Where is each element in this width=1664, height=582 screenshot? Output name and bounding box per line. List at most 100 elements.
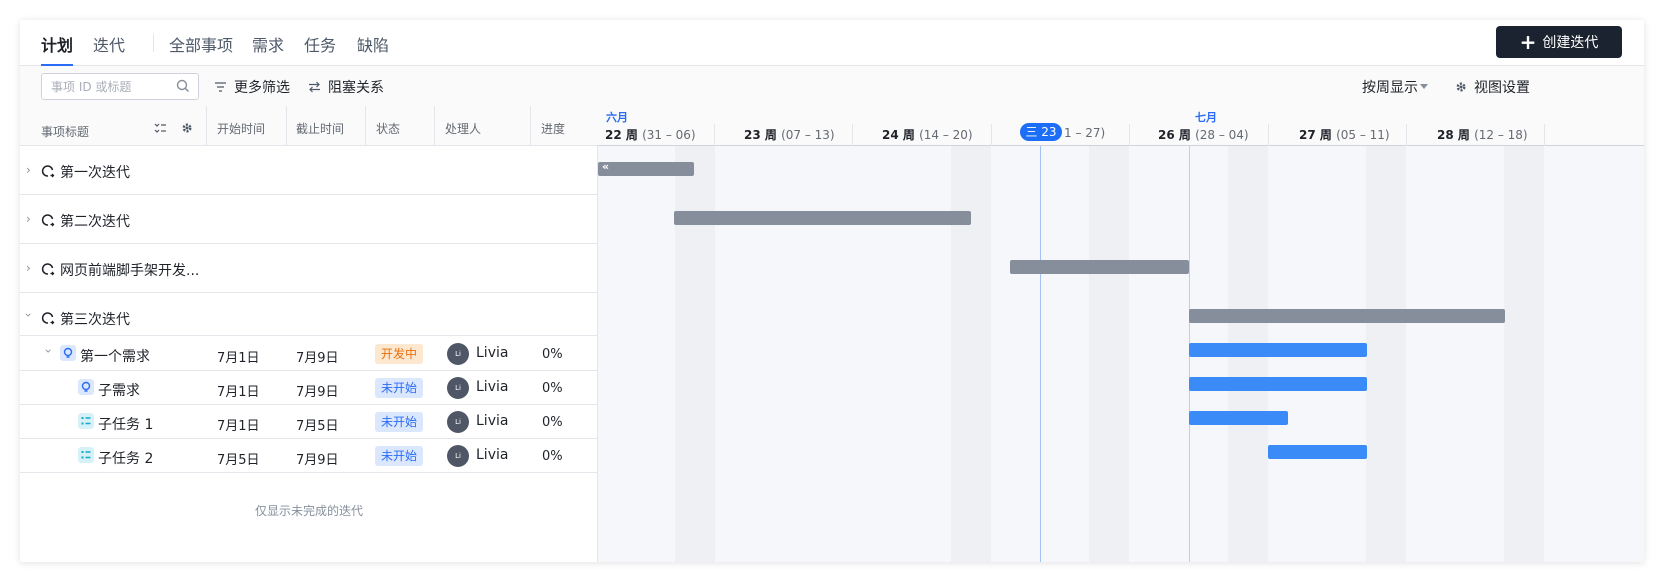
search-icon[interactable] [176, 79, 190, 93]
iteration-row[interactable]: › 网页前端脚手架开发... [20, 245, 598, 293]
tab-defects[interactable]: 缺陷 [357, 32, 389, 66]
tab-requirements[interactable]: 需求 [252, 32, 284, 66]
iteration-icon [41, 263, 55, 276]
task-icon [78, 447, 94, 463]
search-input[interactable] [42, 74, 170, 99]
week-range: (12 – 18) [1474, 128, 1528, 142]
status-badge[interactable]: 开发中 [375, 344, 424, 364]
week-label: 27 周 (05 – 11) [1299, 126, 1390, 143]
search-box [41, 73, 199, 100]
item-bar[interactable] [1189, 411, 1288, 425]
week-separator [852, 124, 853, 146]
view-mode-dropdown[interactable]: 按周显示 [1362, 77, 1428, 97]
tab-plan[interactable]: 计划 [41, 32, 74, 66]
more-filters-label: 更多筛选 [234, 80, 290, 96]
chevron-down-icon[interactable]: › [41, 349, 55, 354]
more-filters-button[interactable]: 更多筛选 [214, 77, 290, 97]
tab-iteration[interactable]: 迭代 [93, 32, 125, 66]
blocking-relations-button[interactable]: 阻塞关系 [308, 77, 384, 97]
item-start-date: 7月1日 [217, 385, 260, 400]
table-row[interactable]: 子任务 2 7月5日 7月9日 未开始 Li Livia 0% [20, 439, 598, 473]
iteration-row[interactable]: › 第三次迭代 [20, 294, 598, 336]
column-title: 事项标题 [41, 125, 90, 139]
item-progress: 0% [542, 381, 563, 396]
column-separator [365, 106, 366, 146]
week-separator [991, 124, 992, 146]
column-settings-icon[interactable] [181, 122, 193, 134]
tab-tasks[interactable]: 任务 [304, 32, 336, 66]
month-label: 六月 [606, 111, 628, 124]
chevron-right-icon[interactable]: › [26, 163, 31, 177]
column-due: 截止时间 [296, 122, 345, 136]
chevron-right-icon[interactable]: › [26, 212, 31, 226]
column-separator [434, 106, 435, 146]
item-title[interactable]: 子需求 [98, 380, 140, 400]
avatar: Li [447, 343, 469, 365]
create-iteration-button[interactable]: + 创建迭代 [1496, 26, 1622, 58]
item-start-date: 7月5日 [217, 453, 260, 468]
planning-panel: 计划 迭代 全部事项 需求 任务 缺陷 + 创建迭代 更多筛选 阻塞关系 按周显… [20, 20, 1644, 562]
week-label: 1 – 27) [1064, 126, 1105, 140]
iteration-bar[interactable] [674, 211, 971, 225]
collapse-left-icon[interactable]: « [602, 160, 609, 173]
avatar: Li [447, 411, 469, 433]
table-row[interactable]: 子需求 7月1日 7月9日 未开始 Li Livia 0% [20, 371, 598, 405]
item-bar[interactable] [1189, 377, 1367, 391]
assignee-name: Livia [476, 447, 509, 463]
item-title[interactable]: 子任务 1 [98, 414, 153, 434]
week-range: 1 – 27) [1064, 126, 1106, 140]
iteration-name: 第二次迭代 [60, 214, 130, 230]
gantt-chart: « 六月 七月 22 周 (31 – 06) 23 周 (07 – 13) 24… [598, 106, 1644, 562]
week-separator [1129, 124, 1130, 146]
iteration-name: 网页前端脚手架开发... [60, 263, 200, 279]
item-bar[interactable] [1268, 445, 1367, 459]
week-number: 24 周 [882, 128, 915, 142]
week-number: 28 周 [1437, 128, 1470, 142]
item-due-date: 7月5日 [296, 419, 339, 434]
view-settings-button[interactable]: 视图设置 [1455, 77, 1530, 97]
iteration-row[interactable]: › 第一次迭代 [20, 147, 598, 195]
item-title[interactable]: 第一个需求 [80, 346, 150, 366]
view-settings-label: 视图设置 [1474, 80, 1530, 96]
iteration-row[interactable]: › 第二次迭代 [20, 196, 598, 244]
week-range: (31 – 06) [642, 128, 696, 142]
status-badge[interactable]: 未开始 [375, 412, 424, 432]
item-table: 事项标题 开始时间 截止时间 状态 处理人 进度 › 第一次迭代 › 第二次迭代 [20, 106, 598, 562]
item-title[interactable]: 子任务 2 [98, 448, 153, 468]
status-badge[interactable]: 未开始 [375, 378, 424, 398]
week-separator [1544, 124, 1545, 146]
iteration-bar[interactable]: « [598, 160, 694, 176]
month-label: 七月 [1195, 111, 1217, 124]
chevron-right-icon[interactable]: › [26, 261, 31, 275]
iteration-bar[interactable] [1189, 309, 1505, 323]
today-marker[interactable]: 三 23 [1020, 123, 1062, 141]
week-range: (28 – 04) [1195, 128, 1249, 142]
expand-all-icon[interactable] [154, 122, 167, 134]
weekend-band [1504, 146, 1544, 562]
iteration-name: 第三次迭代 [60, 312, 130, 328]
table-row[interactable]: 子任务 1 7月1日 7月5日 未开始 Li Livia 0% [20, 405, 598, 439]
week-label: 23 周 (07 – 13) [744, 126, 835, 143]
swap-icon [309, 81, 320, 93]
plus-icon: + [1519, 30, 1537, 54]
assignee-name: Livia [476, 413, 509, 429]
tab-all-items[interactable]: 全部事项 [169, 32, 233, 66]
week-number: 22 周 [605, 128, 638, 142]
iteration-bar[interactable] [1010, 260, 1189, 274]
chevron-down-icon[interactable]: › [21, 313, 35, 318]
week-number: 23 周 [744, 128, 777, 142]
item-progress: 0% [542, 415, 563, 430]
item-due-date: 7月9日 [296, 385, 339, 400]
table-row[interactable]: › 第一个需求 7月1日 7月9日 开发中 Li Livia 0% [20, 337, 598, 371]
view-mode-label: 按周显示 [1362, 80, 1418, 96]
top-nav: 计划 迭代 全部事项 需求 任务 缺陷 + 创建迭代 [20, 20, 1644, 66]
column-start: 开始时间 [217, 122, 266, 136]
avatar: Li [447, 445, 469, 467]
item-bar[interactable] [1189, 343, 1367, 357]
gear-icon [1456, 82, 1466, 92]
column-separator [530, 106, 531, 146]
status-badge[interactable]: 未开始 [375, 446, 424, 466]
week-label: 28 周 (12 – 18) [1437, 126, 1528, 143]
item-progress: 0% [542, 449, 563, 464]
gantt-body: « [598, 146, 1644, 562]
